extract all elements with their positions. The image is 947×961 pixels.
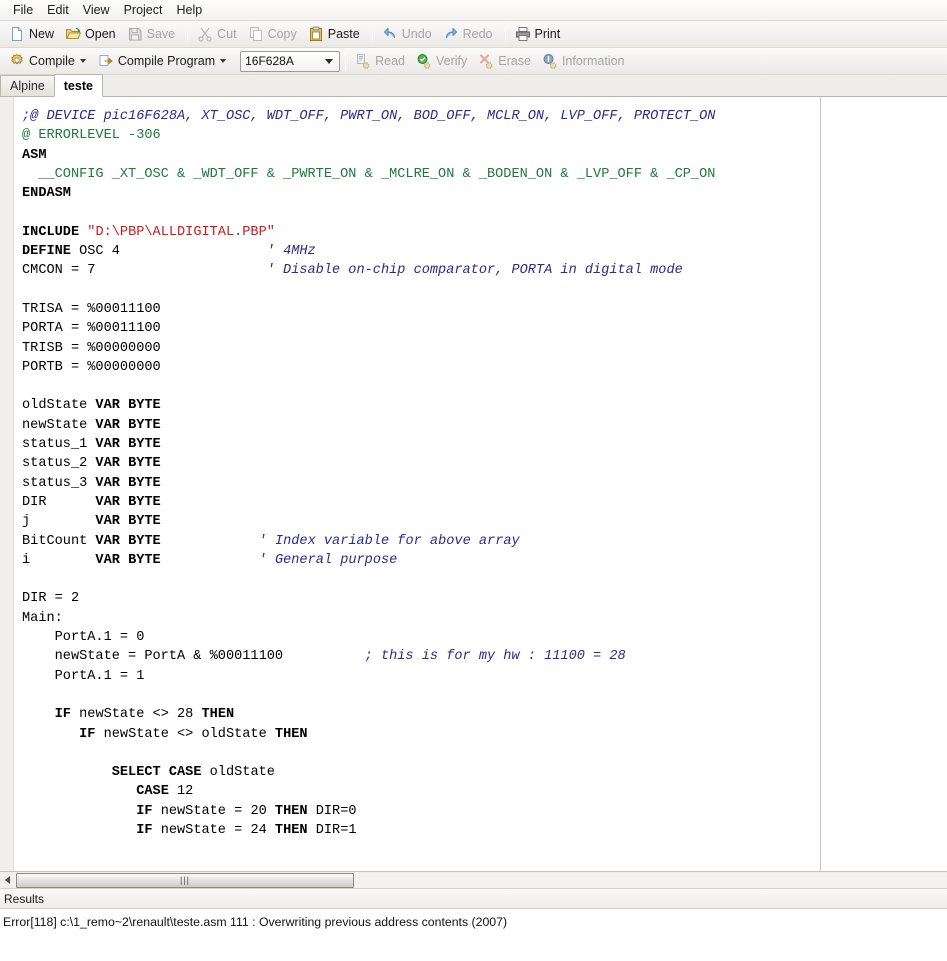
copy-button[interactable]: Copy: [244, 24, 304, 45]
floppy-disk-icon: [127, 26, 143, 42]
copy-pages-icon: [248, 26, 264, 42]
file-tab-strip: Alpine teste: [0, 74, 947, 97]
information-button[interactable]: Information: [538, 51, 632, 72]
scissors-icon: [197, 26, 213, 42]
scrollbar-track[interactable]: |||: [14, 872, 947, 888]
verify-button[interactable]: Verify: [412, 51, 474, 72]
paste-button[interactable]: Paste: [304, 24, 367, 45]
new-button-label: New: [29, 27, 55, 41]
menu-view[interactable]: View: [76, 1, 117, 20]
device-select[interactable]: 16F628A: [240, 50, 341, 72]
compile-toolbar-separator: [345, 52, 347, 70]
open-button-label: Open: [85, 27, 116, 41]
erase-icon: [478, 53, 494, 69]
chevron-down-icon[interactable]: [79, 59, 86, 63]
undo-button[interactable]: Undo: [378, 24, 439, 45]
tab-alpine-label: Alpine: [10, 79, 45, 93]
scroll-left-arrow-icon[interactable]: [0, 872, 14, 888]
tab-teste-label: teste: [63, 78, 93, 93]
chevron-down-icon-3[interactable]: [325, 58, 334, 64]
chevron-down-icon-2[interactable]: [220, 59, 227, 63]
toolbar-separator-3: [504, 25, 506, 43]
paste-button-label: Paste: [327, 27, 360, 41]
menu-file[interactable]: File: [6, 1, 40, 20]
new-button[interactable]: New: [5, 24, 61, 45]
menu-bar: File Edit View Project Help: [0, 0, 947, 21]
save-button-label: Save: [146, 27, 176, 41]
info-icon: [542, 53, 558, 69]
editor-gutter: [0, 97, 14, 872]
redo-button-label: Redo: [462, 27, 493, 41]
tab-alpine[interactable]: Alpine: [0, 75, 55, 96]
editor-horizontal-scrollbar[interactable]: |||: [0, 872, 947, 890]
menu-edit[interactable]: Edit: [40, 1, 76, 20]
compile-program-button[interactable]: Compile Program: [94, 51, 234, 72]
results-error-line[interactable]: Error[118] c:\1_remo~2\renault\teste.asm…: [3, 914, 947, 930]
verify-button-label: Verify: [436, 54, 468, 68]
redo-button[interactable]: Redo: [439, 24, 500, 45]
tab-teste[interactable]: teste: [53, 74, 103, 97]
toolbar-separator-2: [371, 25, 373, 43]
erase-button[interactable]: Erase: [474, 51, 538, 72]
compile-program-icon: [98, 53, 114, 69]
compile-button-label: Compile: [29, 54, 75, 68]
print-button[interactable]: Print: [511, 24, 568, 45]
cut-button-label: Cut: [217, 27, 237, 41]
scrollbar-thumb[interactable]: |||: [16, 872, 354, 888]
editor-text-area[interactable]: ;@ DEVICE pic16F628A, XT_OSC, WDT_OFF, P…: [14, 97, 947, 872]
undo-button-label: Undo: [401, 27, 432, 41]
open-button[interactable]: Open: [61, 24, 123, 45]
save-button[interactable]: Save: [123, 24, 183, 45]
read-button[interactable]: Read: [351, 51, 412, 72]
new-document-icon: [9, 26, 25, 42]
information-button-label: Information: [561, 54, 625, 68]
cut-button[interactable]: Cut: [193, 24, 243, 45]
main-toolbar: New Open Save Cut Copy Paste Undo Redo P…: [0, 21, 947, 48]
source-code[interactable]: ;@ DEVICE pic16F628A, XT_OSC, WDT_OFF, P…: [14, 107, 947, 840]
scrollbar-grip: |||: [179, 874, 190, 885]
menu-help[interactable]: Help: [169, 1, 209, 20]
toolbar-separator-1: [187, 25, 189, 43]
erase-button-label: Erase: [498, 54, 531, 68]
undo-arrow-icon: [382, 26, 398, 42]
menu-project[interactable]: Project: [117, 1, 170, 20]
compile-program-button-label: Compile Program: [117, 54, 216, 68]
clipboard-icon: [308, 26, 324, 42]
results-panel-header: Results: [0, 889, 947, 910]
open-folder-icon: [65, 26, 82, 42]
print-button-label: Print: [534, 27, 561, 41]
read-chip-icon: [355, 53, 371, 69]
results-panel-body[interactable]: Error[118] c:\1_remo~2\renault\teste.asm…: [0, 909, 947, 961]
code-editor[interactable]: ;@ DEVICE pic16F628A, XT_OSC, WDT_OFF, P…: [0, 97, 947, 873]
results-panel-title: Results: [4, 891, 45, 906]
copy-button-label: Copy: [267, 27, 297, 41]
printer-icon: [515, 26, 531, 42]
verify-check-icon: [416, 53, 432, 69]
redo-arrow-icon: [443, 26, 459, 42]
compile-button[interactable]: Compile: [5, 51, 94, 72]
application-window: File Edit View Project Help New Open Sav…: [0, 0, 947, 961]
compile-toolbar: Compile Compile Program 16F628A Read Ver…: [0, 48, 947, 75]
compile-gear-icon: [9, 53, 25, 69]
read-button-label: Read: [375, 54, 406, 68]
device-select-value: 16F628A: [245, 54, 294, 68]
